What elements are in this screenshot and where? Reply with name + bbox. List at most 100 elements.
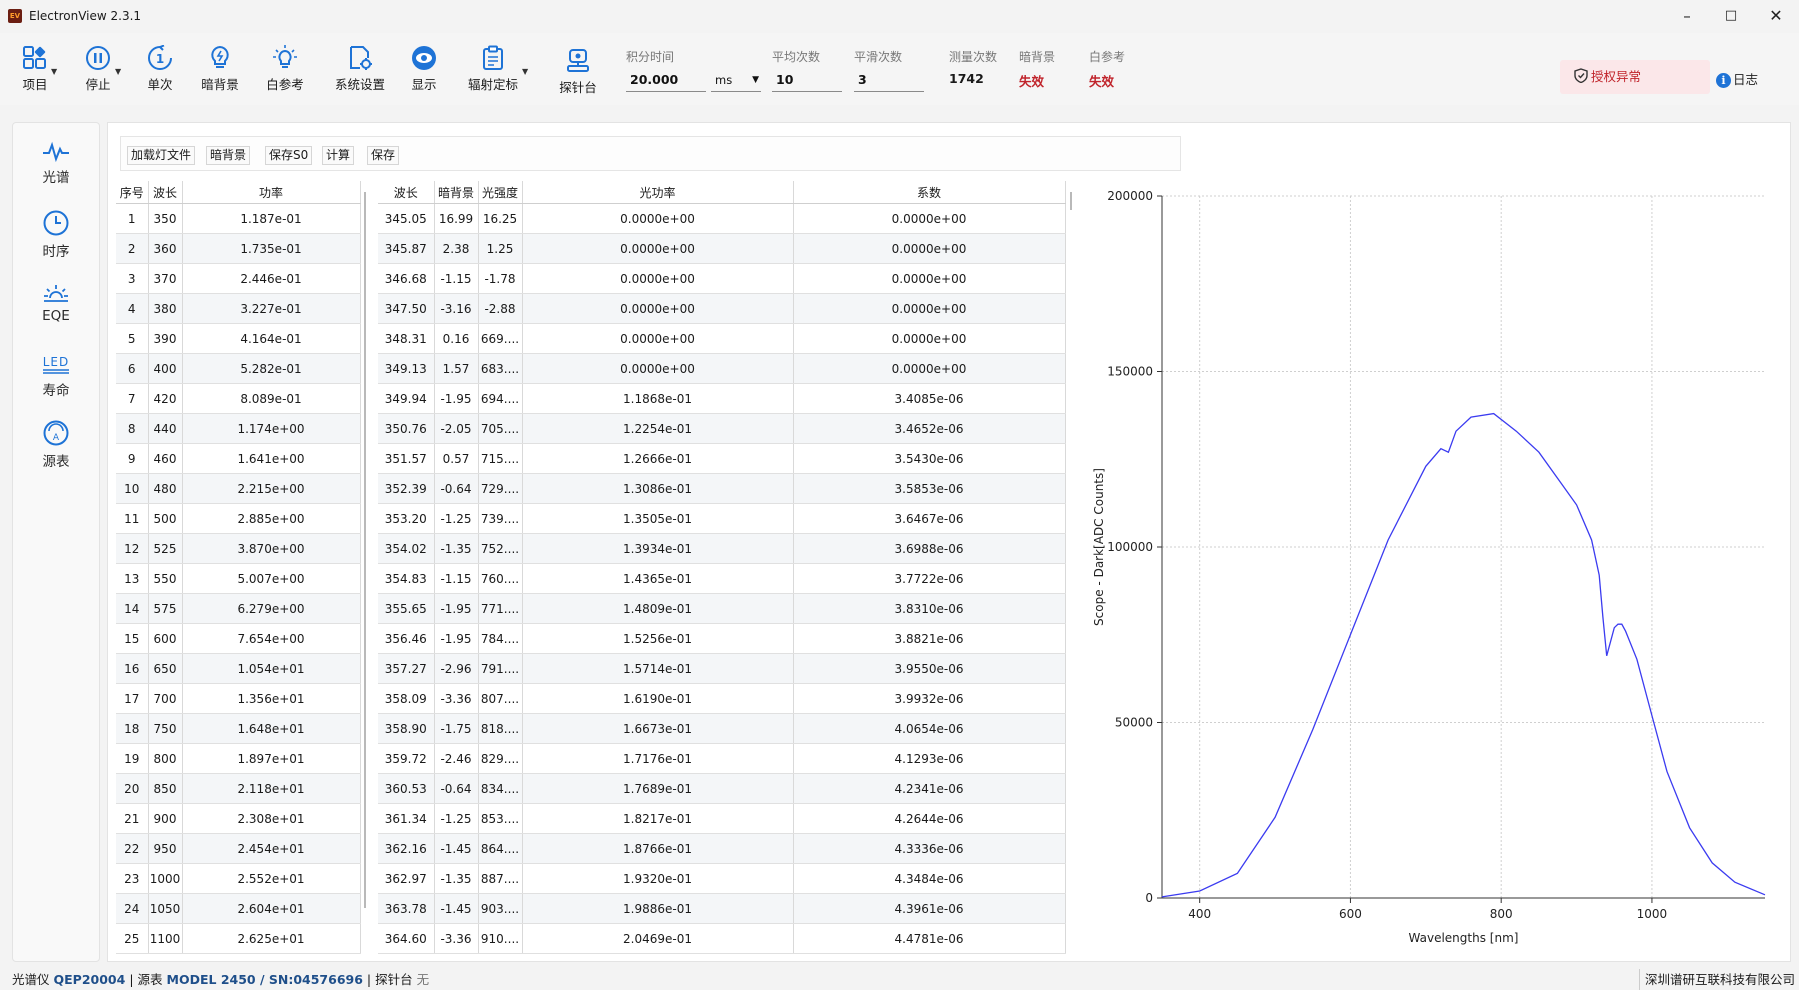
table-row[interactable]: 358.90 -1.75 818.... 1.6673e-01 4.0654e-06 [378, 713, 1066, 744]
column-header-power[interactable]: 功率 [182, 181, 361, 204]
table-row[interactable]: 349.94 -1.95 694.... 1.1868e-01 3.4085e-06 [378, 383, 1066, 414]
single-button[interactable]: 1 单次 [145, 45, 175, 93]
project-button[interactable]: 项目 [18, 45, 52, 93]
table-row[interactable]: 361.34 -1.25 853.... 1.8217e-01 4.2644e-06 [378, 803, 1066, 834]
table-row[interactable]: 22 950 2.454e+01 [116, 833, 361, 864]
license-status-badge[interactable]: 授权异常 [1560, 60, 1710, 94]
save-button[interactable]: 保存 [367, 146, 400, 165]
table-row[interactable]: 357.27 -2.96 791.... 1.5714e-01 3.9550e-06 [378, 653, 1066, 684]
table-row[interactable]: 18 750 1.648e+01 [116, 713, 361, 744]
load-lamp-file-button[interactable]: 加载灯文件 [127, 146, 196, 165]
table-row[interactable]: 13 550 5.007e+00 [116, 563, 361, 594]
table-row[interactable]: 20 850 2.118e+01 [116, 773, 361, 804]
cell-intensity: 1.25 [478, 233, 523, 264]
table-row[interactable]: 2 360 1.735e-01 [116, 233, 361, 264]
cell-optical-power: 1.6673e-01 [522, 713, 794, 744]
table-row[interactable]: 16 650 1.054e+01 [116, 653, 361, 684]
nav-item-spectrum[interactable]: 光谱 [13, 141, 99, 186]
table-row[interactable]: 10 480 2.215e+00 [116, 473, 361, 504]
calculate-button[interactable]: 计算 [322, 146, 355, 165]
close-button[interactable]: ✕ [1761, 5, 1791, 27]
right-table-scrollbar[interactable] [1070, 192, 1072, 210]
spectrum-chart[interactable]: 400 600 800 1000 0 50000 100000 150000 200000 Wav… [1083, 182, 1773, 952]
table-row[interactable]: 354.02 -1.35 752.... 1.3934e-01 3.6988e-06 [378, 533, 1066, 564]
cell-coefficient: 3.5853e-06 [793, 473, 1066, 504]
probe-station-button[interactable]: 探针台 [557, 48, 599, 96]
table-row[interactable]: 24 1050 2.604e+01 [116, 893, 361, 924]
table-row[interactable]: 351.57 0.57 715.... 1.2666e-01 3.5430e-06 [378, 443, 1066, 474]
table-row[interactable]: 5 390 4.164e-01 [116, 323, 361, 354]
nav-item-timeseries[interactable]: 时序 [13, 209, 99, 260]
table-row[interactable]: 8 440 1.174e+00 [116, 413, 361, 444]
table-row[interactable]: 9 460 1.641e+00 [116, 443, 361, 474]
average-count-input[interactable] [772, 68, 842, 92]
column-header-optical-power[interactable]: 光功率 [522, 181, 794, 204]
table-row[interactable]: 362.97 -1.35 887.... 1.9320e-01 4.3484e-06 [378, 863, 1066, 894]
table-row[interactable]: 23 1000 2.552e+01 [116, 863, 361, 894]
display-button[interactable]: 显示 [409, 45, 439, 93]
column-header-index[interactable]: 序号 [116, 181, 149, 204]
table-row[interactable]: 360.53 -0.64 834.... 1.7689e-01 4.2341e-06 [378, 773, 1066, 804]
cell-index: 4 [116, 293, 149, 324]
table-row[interactable]: 358.09 -3.36 807.... 1.6190e-01 3.9932e-06 [378, 683, 1066, 714]
dark-background-button[interactable]: 暗背景 [199, 45, 241, 93]
left-table-scrollbar[interactable] [364, 192, 366, 908]
project-dropdown-icon[interactable]: ▼ [51, 67, 57, 76]
table-row[interactable]: 364.60 -3.36 910.... 2.0469e-01 4.4781e-06 [378, 923, 1066, 954]
table-row[interactable]: 21 900 2.308e+01 [116, 803, 361, 834]
table-row[interactable]: 25 1100 2.625e+01 [116, 923, 361, 954]
table-row[interactable]: 345.87 2.38 1.25 0.0000e+00 0.0000e+00 [378, 233, 1066, 264]
cell-optical-power: 1.5714e-01 [522, 653, 794, 684]
table-row[interactable]: 349.13 1.57 683.... 0.0000e+00 0.0000e+00 [378, 353, 1066, 384]
radiometric-calibration-button[interactable]: 辐射定标 [467, 45, 519, 93]
table-row[interactable]: 6 400 5.282e-01 [116, 353, 361, 384]
column-header-dark[interactable]: 暗背景 [434, 181, 479, 204]
table-row[interactable]: 11 500 2.885e+00 [116, 503, 361, 534]
log-button[interactable]: i 日志 [1716, 69, 1758, 88]
integration-time-input[interactable] [626, 68, 706, 92]
table-row[interactable]: 14 575 6.279e+00 [116, 593, 361, 624]
table-row[interactable]: 353.20 -1.25 739.... 1.3505e-01 3.6467e-06 [378, 503, 1066, 534]
column-header-intensity[interactable]: 光强度 [478, 181, 523, 204]
table-row[interactable]: 347.50 -3.16 -2.88 0.0000e+00 0.0000e+00 [378, 293, 1066, 324]
stop-button[interactable]: 停止 [80, 45, 116, 93]
dark-background-sub-button[interactable]: 暗背景 [206, 146, 251, 165]
nav-item-source-meter[interactable]: A 源表 [13, 419, 99, 470]
smooth-count-input[interactable] [854, 68, 924, 92]
table-row[interactable]: 362.16 -1.45 864.... 1.8766e-01 4.3336e-06 [378, 833, 1066, 864]
table-row[interactable]: 3 370 2.446e-01 [116, 263, 361, 294]
nav-item-lifetime[interactable]: LED 寿命 [13, 352, 99, 399]
maximize-button[interactable]: □ [1716, 5, 1746, 27]
table-row[interactable]: 355.65 -1.95 771.... 1.4809e-01 3.8310e-06 [378, 593, 1066, 624]
table-row[interactable]: 363.78 -1.45 903.... 1.9886e-01 4.3961e-06 [378, 893, 1066, 924]
cell-power: 8.089e-01 [182, 383, 361, 414]
table-row[interactable]: 12 525 3.870e+00 [116, 533, 361, 564]
column-header-coefficient[interactable]: 系数 [793, 181, 1066, 204]
save-s0-button[interactable]: 保存S0 [265, 146, 313, 165]
table-row[interactable]: 1 350 1.187e-01 [116, 203, 361, 234]
table-row[interactable]: 348.31 0.16 669.... 0.0000e+00 0.0000e+00 [378, 323, 1066, 354]
eye-icon [412, 46, 436, 70]
system-settings-button[interactable]: 系统设置 [334, 45, 386, 93]
minimize-button[interactable]: – [1672, 5, 1702, 27]
y-tick-label: 50000 [1115, 716, 1153, 730]
table-row[interactable]: 354.83 -1.15 760.... 1.4365e-01 3.7722e-06 [378, 563, 1066, 594]
table-row[interactable]: 19 800 1.897e+01 [116, 743, 361, 774]
unit-select[interactable]: ms ▼ [711, 68, 761, 92]
table-row[interactable]: 7 420 8.089e-01 [116, 383, 361, 414]
table-row[interactable]: 345.05 16.99 16.25 0.0000e+00 0.0000e+00 [378, 203, 1066, 234]
nav-item-eqe[interactable]: EQE [13, 283, 99, 324]
table-row[interactable]: 356.46 -1.95 784.... 1.5256e-01 3.8821e-06 [378, 623, 1066, 654]
table-row[interactable]: 350.76 -2.05 705.... 1.2254e-01 3.4652e-06 [378, 413, 1066, 444]
column-header-wavelength[interactable]: 波长 [148, 181, 183, 204]
column-header-wavelength[interactable]: 波长 [378, 181, 435, 204]
table-row[interactable]: 4 380 3.227e-01 [116, 293, 361, 324]
stop-dropdown-icon[interactable]: ▼ [115, 67, 121, 76]
radiometric-dropdown-icon[interactable]: ▼ [522, 67, 528, 76]
table-row[interactable]: 15 600 7.654e+00 [116, 623, 361, 654]
table-row[interactable]: 359.72 -2.46 829.... 1.7176e-01 4.1293e-06 [378, 743, 1066, 774]
table-row[interactable]: 346.68 -1.15 -1.78 0.0000e+00 0.0000e+00 [378, 263, 1066, 294]
table-row[interactable]: 17 700 1.356e+01 [116, 683, 361, 714]
white-reference-button[interactable]: 白参考 [264, 45, 306, 93]
table-row[interactable]: 352.39 -0.64 729.... 1.3086e-01 3.5853e-06 [378, 473, 1066, 504]
